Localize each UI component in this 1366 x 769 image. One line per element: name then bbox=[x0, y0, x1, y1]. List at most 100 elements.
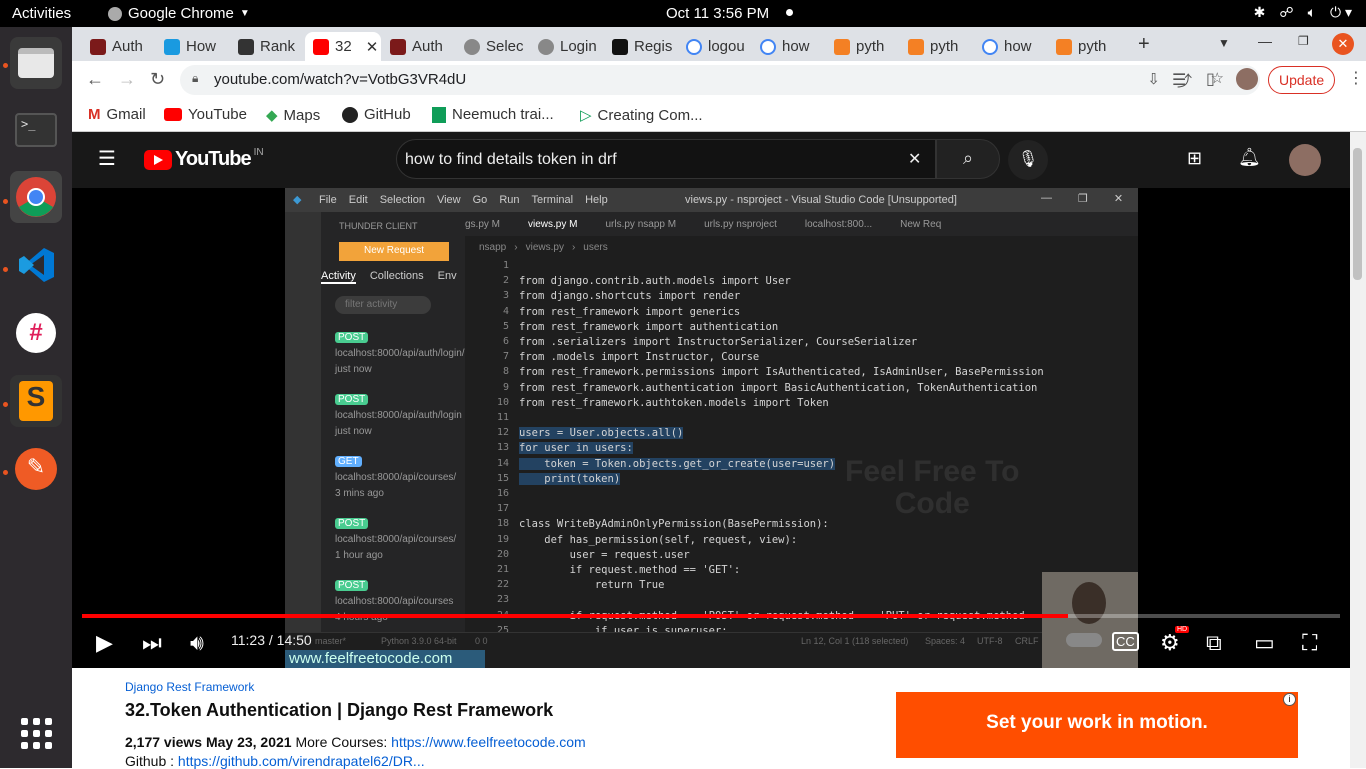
browser-tab-active[interactable]: 32 ✕ bbox=[305, 32, 381, 61]
tab-label: Selec bbox=[486, 38, 524, 55]
extension-icon[interactable]: ✱ bbox=[1254, 4, 1266, 21]
caret-down-icon: ▼ bbox=[239, 8, 250, 19]
system-tray[interactable]: ✱ ☍ 🔈︎ ⏻ ▾ bbox=[1254, 4, 1352, 21]
progress-fill bbox=[82, 614, 1069, 618]
play-icon[interactable]: ▶ bbox=[96, 630, 113, 656]
close-tab-icon[interactable]: ✕ bbox=[366, 38, 379, 56]
bookmark-neemuch[interactable]: Neemuch trai... bbox=[432, 106, 554, 123]
next-icon[interactable]: ⏭ bbox=[142, 630, 162, 656]
slack-dock-icon[interactable]: # bbox=[10, 307, 62, 359]
tab-label: pyth bbox=[930, 38, 959, 55]
github-link[interactable]: https://github.com/virendrapatel62/DR... bbox=[178, 753, 425, 769]
lock-icon[interactable]: 🔒︎ bbox=[192, 71, 198, 86]
tab-search-icon[interactable]: ▼ bbox=[1218, 36, 1230, 50]
chrome-dock-icon[interactable] bbox=[10, 171, 62, 223]
power-icon[interactable]: ⏻ ▾ bbox=[1330, 4, 1352, 21]
bookmark-gmail[interactable]: M Gmail bbox=[88, 106, 146, 123]
youtube-header: ☰ YouTube IN how to find details token i… bbox=[72, 132, 1350, 188]
line-number: 1 bbox=[502, 260, 509, 271]
captions-icon[interactable]: CC bbox=[1112, 632, 1139, 651]
code-line: from rest_framework.authtoken.models imp… bbox=[519, 396, 829, 409]
browser-tab[interactable]: pyth bbox=[1048, 32, 1120, 61]
browser-tab[interactable]: how bbox=[752, 32, 824, 61]
browser-tab[interactable]: How bbox=[156, 32, 228, 61]
courses-link[interactable]: https://www.feelfreetocode.com bbox=[391, 734, 586, 750]
postman-dock-icon[interactable]: ✎ bbox=[10, 443, 62, 495]
tab-favicon-icon bbox=[90, 38, 106, 55]
code-line: from rest_framework import generics bbox=[519, 305, 741, 318]
bookmark-youtube[interactable]: YouTube bbox=[164, 106, 247, 123]
maximize-icon[interactable]: ❐ bbox=[1298, 34, 1309, 48]
ad-info-icon[interactable]: i bbox=[1283, 693, 1296, 706]
browser-tab[interactable]: pyth bbox=[826, 32, 898, 61]
activity-item: POST localhost:8000/api/courses/1 hour a… bbox=[335, 518, 457, 561]
code-line: from rest_framework import authenticatio… bbox=[519, 320, 779, 333]
code-line: from .models import Instructor, Course bbox=[519, 351, 760, 364]
browser-tab[interactable]: pyth bbox=[900, 32, 972, 61]
network-icon[interactable]: ☍ bbox=[1279, 4, 1293, 21]
notifications-bell-icon[interactable]: 🔔︎ bbox=[1238, 147, 1261, 168]
bookmark-creating[interactable]: ▷ Creating Com... bbox=[580, 106, 703, 125]
browser-tab[interactable]: logou bbox=[678, 32, 750, 61]
miniplayer-icon[interactable]: ⧉ bbox=[1206, 630, 1222, 656]
line-number: 9 bbox=[502, 381, 509, 393]
media-control-icon[interactable]: ☰ bbox=[1172, 70, 1186, 90]
clear-search-icon[interactable]: ✕ bbox=[908, 149, 921, 169]
account-avatar[interactable] bbox=[1289, 144, 1321, 176]
profile-avatar[interactable] bbox=[1236, 68, 1258, 90]
vscode-dock-icon[interactable] bbox=[10, 239, 62, 291]
browser-tab[interactable]: Login bbox=[530, 32, 602, 61]
running-indicator bbox=[3, 470, 8, 475]
line-number: 16 bbox=[496, 488, 509, 499]
vscode-titlebar: ◆ File Edit Selection View Go Run Terminal Help… bbox=[285, 188, 1138, 212]
address-bar[interactable]: 🔒︎ youtube.com/watch?v=VotbG3VR4dU ⇩ ⤴ ☆ bbox=[180, 65, 1260, 95]
menu-kebab-icon[interactable]: ⋮ bbox=[1348, 68, 1364, 88]
settings-icon[interactable]: ⚙ bbox=[1160, 630, 1180, 656]
browser-tab[interactable]: how bbox=[974, 32, 1046, 61]
voice-search-icon[interactable]: 🎙︎ bbox=[1008, 140, 1048, 180]
browser-tab[interactable]: Rank bbox=[230, 32, 302, 61]
side-panel-icon[interactable]: ▯ bbox=[1206, 69, 1215, 89]
new-tab-icon[interactable]: + bbox=[1138, 33, 1150, 56]
forward-icon[interactable]: → bbox=[118, 69, 136, 90]
channel-hashtag[interactable]: Django Rest Framework bbox=[125, 680, 254, 694]
create-video-icon[interactable]: ⊞ bbox=[1187, 148, 1202, 169]
update-button[interactable]: Update bbox=[1268, 66, 1336, 94]
sublime-dock-icon[interactable]: S bbox=[10, 375, 62, 427]
bookmark-github[interactable]: GitHub bbox=[342, 106, 411, 123]
search-input[interactable]: how to find details token in drf bbox=[396, 139, 936, 179]
minimize-icon[interactable]: — bbox=[1258, 33, 1272, 49]
clock[interactable]: Oct 11 3:56 PM bbox=[666, 5, 769, 22]
files-dock-icon[interactable] bbox=[10, 37, 62, 89]
progress-bar[interactable] bbox=[82, 614, 1340, 618]
youtube-logo[interactable]: YouTube IN bbox=[144, 147, 264, 171]
browser-tab[interactable]: Regis bbox=[604, 32, 676, 61]
autoplay-toggle[interactable] bbox=[1066, 630, 1102, 656]
browser-tab[interactable]: Selec bbox=[456, 32, 528, 61]
video-player[interactable]: ◆ File Edit Selection View Go Run Terminal Help… bbox=[72, 188, 1350, 668]
volume-icon[interactable]: 🔈︎ bbox=[1308, 4, 1316, 21]
app-menu[interactable]: Google Chrome ▼ bbox=[108, 5, 250, 22]
browser-tab[interactable]: Auth bbox=[82, 32, 154, 61]
back-icon[interactable]: ← bbox=[86, 69, 104, 90]
terminal-dock-icon[interactable]: >_ bbox=[10, 104, 62, 156]
google-favicon-icon bbox=[760, 38, 776, 55]
install-icon[interactable]: ⇩ bbox=[1147, 70, 1160, 88]
volume-icon[interactable]: 🔊︎ bbox=[190, 630, 204, 656]
url-text[interactable]: youtube.com/watch?v=VotbG3VR4dU bbox=[214, 71, 466, 88]
close-window-icon[interactable]: ✕ bbox=[1332, 33, 1354, 55]
show-applications-icon[interactable] bbox=[10, 707, 62, 759]
search-button[interactable]: ⌕ bbox=[936, 139, 1000, 179]
page-scrollbar[interactable] bbox=[1350, 132, 1366, 768]
theater-mode-icon[interactable]: ▭ bbox=[1254, 630, 1275, 656]
scrollbar-thumb[interactable] bbox=[1353, 148, 1362, 280]
tab-label: pyth bbox=[1078, 38, 1107, 55]
bookmark-maps[interactable]: ◆ Maps bbox=[266, 106, 320, 125]
ad-banner[interactable]: Set your work in motion. bbox=[896, 692, 1298, 758]
tab-label: Auth bbox=[112, 38, 143, 55]
fullscreen-icon[interactable]: ⛶ bbox=[1302, 630, 1317, 656]
reload-icon[interactable]: ↻ bbox=[150, 69, 165, 90]
hamburger-menu-icon[interactable]: ☰ bbox=[98, 146, 116, 171]
activities-button[interactable]: Activities bbox=[12, 5, 71, 22]
browser-tab[interactable]: Auth bbox=[382, 32, 454, 61]
